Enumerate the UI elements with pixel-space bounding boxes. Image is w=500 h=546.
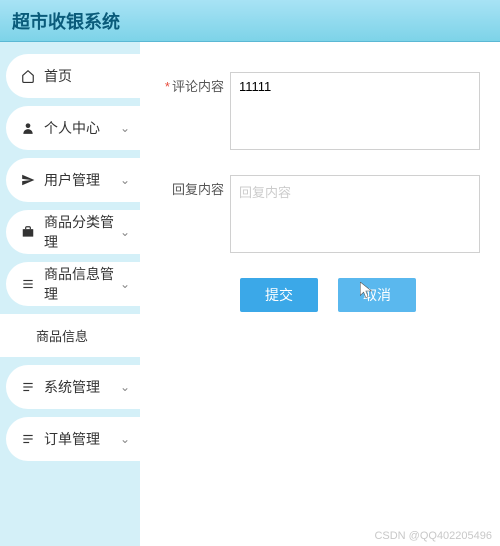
reply-label: 回复内容: [160, 175, 230, 198]
sidebar-item-profile[interactable]: 个人中心 ⌄: [6, 106, 140, 150]
sidebar-item-users[interactable]: 用户管理 ⌄: [6, 158, 140, 202]
list-icon: [20, 380, 36, 394]
sidebar-item-label: 首页: [44, 66, 140, 86]
chevron-down-icon: ⌄: [120, 432, 130, 446]
sidebar-item-category[interactable]: 商品分类管理 ⌄: [6, 210, 140, 254]
required-mark: *: [165, 79, 170, 94]
chevron-down-icon: ⌄: [120, 225, 130, 239]
sidebar-item-label: 商品分类管理: [44, 212, 120, 252]
chevron-down-icon: ⌄: [120, 173, 130, 187]
main-content: *评论内容 回复内容 提交 取消: [140, 42, 500, 546]
sidebar-subitem-label: 商品信息: [36, 329, 88, 344]
chevron-down-icon: ⌄: [120, 277, 130, 291]
briefcase-icon: [20, 225, 36, 239]
sidebar-item-system[interactable]: 系统管理 ⌄: [6, 365, 140, 409]
sidebar-item-label: 商品信息管理: [44, 264, 120, 304]
layout: 首页 个人中心 ⌄ 用户管理 ⌄ 商品分类管理 ⌄: [0, 42, 500, 546]
cancel-button[interactable]: 取消: [338, 278, 416, 312]
form-row-comment: *评论内容: [160, 72, 500, 153]
chevron-down-icon: ⌄: [120, 380, 130, 394]
home-icon: [20, 69, 36, 83]
comment-label: *评论内容: [160, 72, 230, 95]
watermark: CSDN @QQ402205496: [374, 530, 492, 542]
sidebar-item-products[interactable]: 商品信息管理 ⌄: [6, 262, 140, 306]
button-row: 提交 取消: [240, 278, 500, 312]
form-row-reply: 回复内容: [160, 175, 500, 256]
user-icon: [20, 121, 36, 135]
reply-textarea[interactable]: [230, 175, 480, 253]
send-icon: [20, 173, 36, 187]
sidebar-item-label: 系统管理: [44, 377, 120, 397]
sidebar-item-orders[interactable]: 订单管理 ⌄: [6, 417, 140, 461]
sidebar-item-label: 订单管理: [44, 429, 120, 449]
comment-input-wrap: [230, 72, 500, 153]
sidebar-item-label: 个人中心: [44, 118, 120, 138]
reply-input-wrap: [230, 175, 500, 256]
app-header: 超市收银系统: [0, 0, 500, 42]
chevron-down-icon: ⌄: [120, 121, 130, 135]
sidebar-item-label: 用户管理: [44, 170, 120, 190]
sidebar: 首页 个人中心 ⌄ 用户管理 ⌄ 商品分类管理 ⌄: [0, 42, 140, 546]
list-icon: [20, 432, 36, 446]
sidebar-subitem-product-info[interactable]: 商品信息: [0, 314, 140, 357]
comment-textarea[interactable]: [230, 72, 480, 150]
submit-button[interactable]: 提交: [240, 278, 318, 312]
app-title: 超市收银系统: [12, 8, 120, 34]
sidebar-item-home[interactable]: 首页: [6, 54, 140, 98]
list-icon: [20, 277, 36, 291]
